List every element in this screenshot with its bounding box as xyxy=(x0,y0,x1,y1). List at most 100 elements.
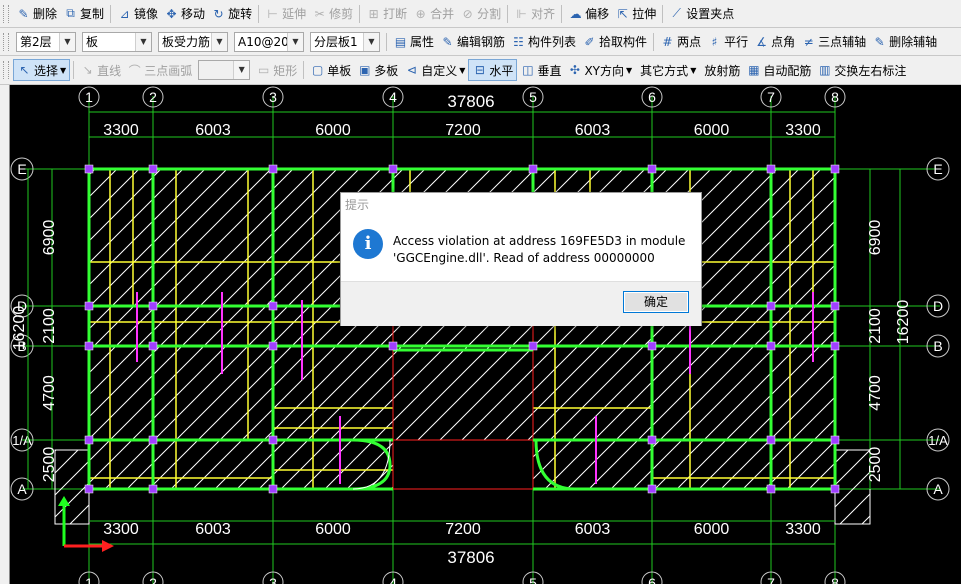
align-button[interactable]: ⊩ 对齐 xyxy=(511,3,558,25)
component-list-icon: ☷ xyxy=(513,34,524,49)
pick-component-button[interactable]: ✐ 拾取构件 xyxy=(579,31,650,53)
dimension-text: 4700 xyxy=(867,375,884,411)
select-cursor-icon: ↖ xyxy=(19,63,30,77)
column xyxy=(830,435,840,445)
horizontal-label: 水平 xyxy=(489,63,514,78)
column xyxy=(148,301,158,311)
align-icon: ⊩ xyxy=(516,6,527,21)
column xyxy=(830,484,840,494)
component-list-button[interactable]: ☷ 构件列表 xyxy=(508,31,579,53)
rotate-button[interactable]: ↻ 旋转 xyxy=(208,3,255,25)
column xyxy=(647,341,657,351)
component-list-label: 构件列表 xyxy=(528,35,577,49)
toolbar-separator xyxy=(507,4,509,23)
column xyxy=(766,164,776,174)
toolbar-grip[interactable] xyxy=(3,4,9,23)
split-button[interactable]: ⊘ 分割 xyxy=(457,3,504,25)
two-point-button[interactable]: # 两点 xyxy=(657,31,704,53)
trim-button[interactable]: ✂ 修剪 xyxy=(309,3,356,25)
rotate-label: 旋转 xyxy=(228,7,253,21)
toolbar-grip[interactable] xyxy=(3,32,9,51)
component-type-select[interactable]: 板 ▼ xyxy=(82,31,152,52)
split-icon: ⊘ xyxy=(462,6,473,21)
axis-label-x: 7 xyxy=(767,89,775,105)
floor-select[interactable]: 第2层 ▼ xyxy=(16,31,76,52)
horizontal-button[interactable]: ⊟ 水平 xyxy=(468,59,518,81)
axis-label-y: 1/A xyxy=(928,433,948,448)
cad-drawing-canvas[interactable]: 1 1 2 2 3 3 4 4 5 5 6 6 7 7 8 8 E E D D B B 1/A 1/A A A 3300 3300 60… xyxy=(0,85,961,584)
dimension-text: 6003 xyxy=(575,122,611,139)
axis-label-x: 1 xyxy=(85,89,93,105)
chevron-down-icon[interactable]: ▼ xyxy=(59,32,75,51)
chevron-down-icon: ▼ xyxy=(60,65,67,75)
column xyxy=(148,341,158,351)
break-button[interactable]: ⊞ 打断 xyxy=(363,3,410,25)
select-tool-label: 选择 xyxy=(34,63,59,78)
arc-tool-button[interactable]: ⌒ 三点画弧 xyxy=(124,59,195,81)
move-button[interactable]: ✥ 移动 xyxy=(161,3,208,25)
chevron-down-icon[interactable]: ▼ xyxy=(135,32,151,51)
copy-icon: ⧉ xyxy=(66,6,75,20)
component-subtype-select[interactable]: 板受力筋 ▼ xyxy=(158,31,228,52)
extend-button[interactable]: ⊢ 延伸 xyxy=(262,3,309,25)
custom-button[interactable]: ⊲ 自定义 ▼ xyxy=(401,59,468,81)
mirror-button[interactable]: ⊿ 镜像 xyxy=(114,3,161,25)
slab-region xyxy=(834,449,871,525)
vertical-button[interactable]: ◫ 垂直 xyxy=(517,59,564,81)
column xyxy=(766,301,776,311)
xy-direction-button[interactable]: ✣ XY方向 ▼ xyxy=(564,59,635,81)
properties-button[interactable]: ▤ 属性 xyxy=(390,31,437,53)
rebar-spec-select[interactable]: A10@200▼ xyxy=(234,31,304,52)
layer-select[interactable]: 分层板1 ▼ xyxy=(310,31,380,52)
merge-label: 合并 xyxy=(430,7,455,21)
column xyxy=(148,484,158,494)
edit-rebar-button[interactable]: ✎ 编辑钢筋 xyxy=(437,31,508,53)
delete-axis-button[interactable]: ✎ 删除辅轴 xyxy=(869,31,940,53)
draw-mode-select[interactable]: ▼ xyxy=(198,60,251,80)
rect-tool-label: 矩形 xyxy=(273,63,298,78)
column xyxy=(84,164,94,174)
move-icon: ✥ xyxy=(166,6,177,21)
edit-rebar-icon: ✎ xyxy=(442,34,453,49)
line-tool-button[interactable]: ↘ 直线 xyxy=(77,59,124,81)
break-icon: ⊞ xyxy=(368,6,379,21)
delete-axis-icon: ✎ xyxy=(874,34,885,49)
parallel-button[interactable]: ♯ 平行 xyxy=(704,31,751,53)
chevron-down-icon[interactable]: ▼ xyxy=(363,32,379,51)
chevron-down-icon[interactable]: ▼ xyxy=(287,32,303,51)
other-method-button[interactable]: 其它方式 ▼ xyxy=(635,59,699,81)
grip-point-button[interactable]: ⟋ 设置夹点 xyxy=(666,3,737,25)
single-slab-button[interactable]: ▢ 单板 xyxy=(307,59,354,81)
merge-button[interactable]: ⊕ 合并 xyxy=(410,3,457,25)
column xyxy=(766,341,776,351)
chevron-down-icon[interactable]: ▼ xyxy=(233,61,250,79)
axis-label-x: 1 xyxy=(85,575,93,584)
toolbar-grip[interactable] xyxy=(3,61,9,79)
delete-button[interactable]: ✎ 删除 xyxy=(13,3,60,25)
multi-slab-button[interactable]: ▣ 多板 xyxy=(354,59,401,81)
parallel-label: 平行 xyxy=(724,35,749,49)
column xyxy=(830,301,840,311)
grip-point-icon: ⟋ xyxy=(672,6,681,20)
rect-tool-button[interactable]: ▭ 矩形 xyxy=(253,59,300,81)
multi-slab-label: 多板 xyxy=(374,63,399,78)
line-icon: ↘ xyxy=(82,63,93,77)
point-angle-button[interactable]: ∡ 点角 xyxy=(751,31,798,53)
ok-button[interactable]: 确定 xyxy=(623,291,689,313)
stretch-button[interactable]: ⇱ 拉伸 xyxy=(612,3,659,25)
component-subtype-value: 板受力筋 xyxy=(162,35,211,49)
swap-label-button[interactable]: ▥ 交换左右标注 xyxy=(814,59,909,81)
auto-rebar-button[interactable]: ▦ 自动配筋 xyxy=(743,59,814,81)
column xyxy=(830,341,840,351)
offset-button[interactable]: ☁ 偏移 xyxy=(565,3,612,25)
total-dimension-text: 16200 xyxy=(895,300,912,345)
axis-label-x: 7 xyxy=(767,575,775,584)
three-point-axis-button[interactable]: ≠ 三点辅轴 xyxy=(798,31,869,53)
radial-rebar-button[interactable]: 放射筋 xyxy=(699,59,743,81)
chevron-down-icon[interactable]: ▼ xyxy=(211,32,227,51)
select-tool-button[interactable]: ↖ 选择 ▼ xyxy=(13,59,71,81)
axis-label-x: 5 xyxy=(529,89,537,105)
edit-toolbar: ✎ 删除 ⧉ 复制 ⊿ 镜像 ✥ 移动 ↻ 旋转 ⊢ 延伸 ✂ 修剪 ⊞ 打断 ⊕ 合并 ⊘ 分割 ⊩ 对齐 ☁ 偏移 ⇱ 拉伸 ⟋… xyxy=(0,0,961,28)
three-point-axis-icon: ≠ xyxy=(803,34,814,49)
copy-button[interactable]: ⧉ 复制 xyxy=(60,3,107,25)
